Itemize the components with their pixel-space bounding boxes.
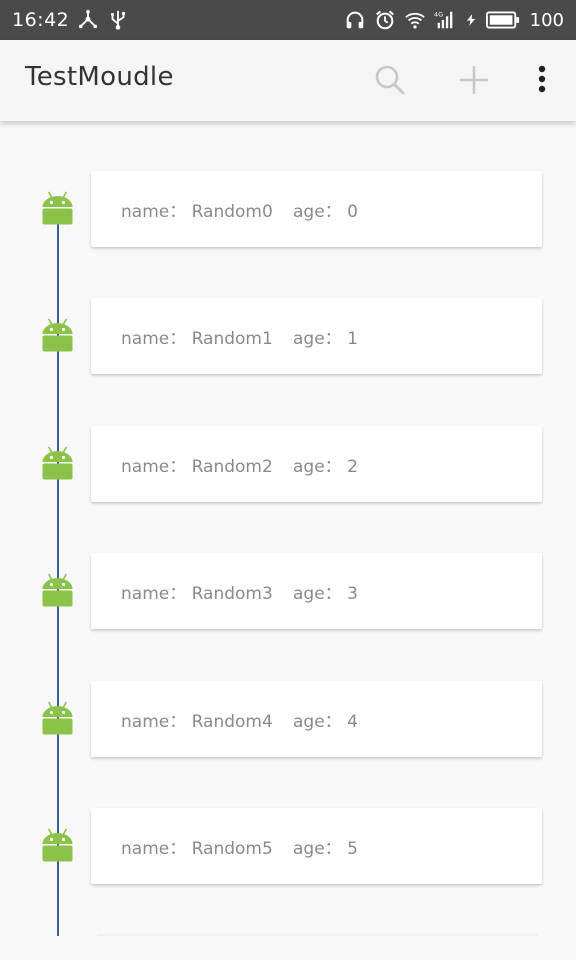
more-vert-icon <box>538 65 546 93</box>
add-button[interactable] <box>452 58 496 102</box>
item-name: name： Random2 <box>121 457 273 477</box>
item-card[interactable]: name： Random0 age： 0 <box>91 171 542 247</box>
item-name: name： Random0 <box>121 202 273 222</box>
android-icon <box>41 318 74 353</box>
item-name: name： Random1 <box>121 329 273 349</box>
timeline-item: name： Random2 age： 2 <box>0 426 576 503</box>
item-age: age： 5 <box>293 839 358 859</box>
add-icon <box>460 66 488 94</box>
app-title: TestMoudle <box>25 62 174 92</box>
android-icon <box>41 701 74 736</box>
timeline-item: name： Random0 age： 0 <box>0 171 576 248</box>
android-icon <box>41 446 74 481</box>
item-card[interactable]: name： Random4 age： 4 <box>91 681 542 757</box>
timeline-item: name： Random5 age： 5 <box>0 808 576 885</box>
item-age: age： 2 <box>293 457 358 477</box>
item-name: name： Random3 <box>121 584 273 604</box>
item-age: age： 3 <box>293 584 358 604</box>
search-icon <box>375 65 405 95</box>
item-card[interactable]: name： Random1 age： 1 <box>91 298 542 374</box>
item-card[interactable]: name： Random5 age： 5 <box>91 808 542 884</box>
item-card[interactable]: name： Random2 age： 2 <box>91 426 542 502</box>
timeline-list: name： Random0 age： 0 name： Random1 age： … <box>0 0 576 960</box>
item-age: age： 4 <box>293 712 358 732</box>
item-name: name： Random5 <box>121 839 273 859</box>
item-age: age： 0 <box>293 202 358 222</box>
timeline-item: name： Random3 age： 3 <box>0 553 576 630</box>
timeline-item: name： Random4 age： 4 <box>0 681 576 758</box>
more-options-button[interactable] <box>520 58 564 102</box>
item-name: name： Random4 <box>121 712 273 732</box>
next-card-edge <box>97 934 538 936</box>
app-bar: TestMoudle <box>0 40 576 121</box>
search-button[interactable] <box>368 58 412 102</box>
item-card[interactable]: name： Random3 age： 3 <box>91 553 542 629</box>
android-icon <box>41 573 74 608</box>
item-age: age： 1 <box>293 329 358 349</box>
timeline-item: name： Random1 age： 1 <box>0 298 576 375</box>
android-icon <box>41 191 74 226</box>
android-icon <box>41 828 74 863</box>
